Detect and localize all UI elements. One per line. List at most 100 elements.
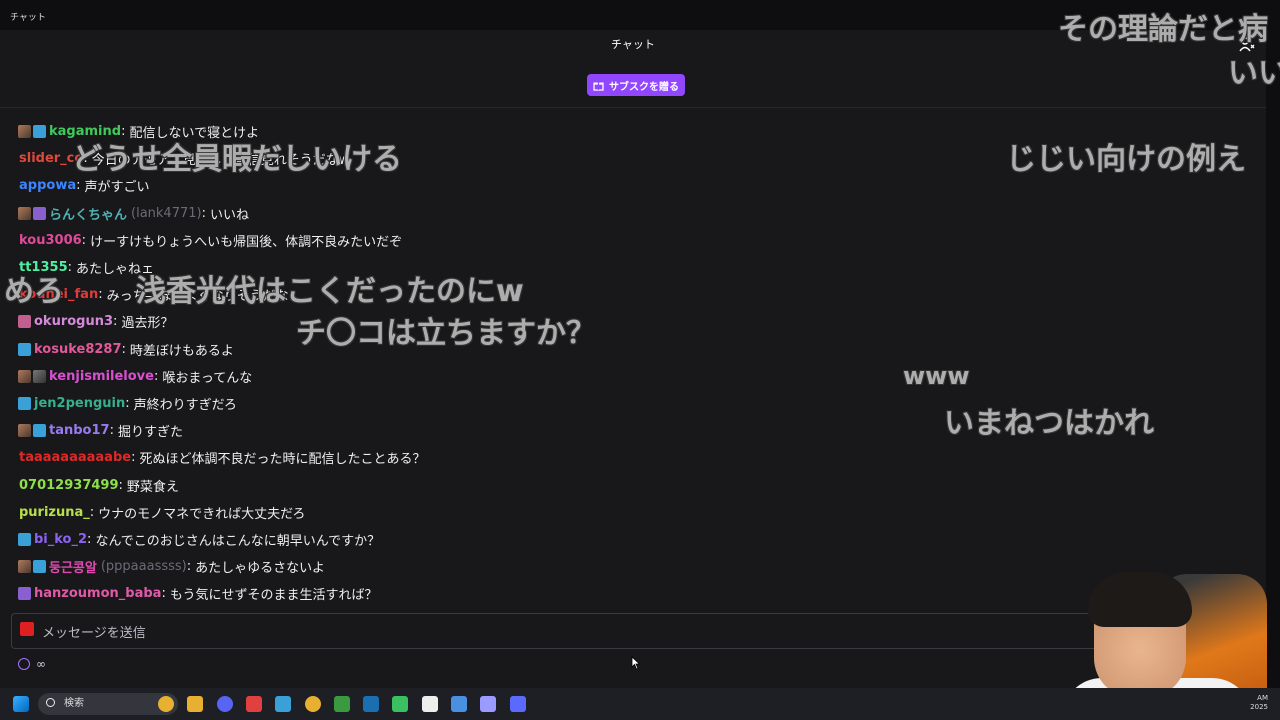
- chat-header: チャット: [611, 38, 655, 51]
- screen-icon[interactable]: [509, 696, 526, 712]
- chat-separator: :: [109, 423, 114, 439]
- chat-message-text: 配信しないで寝とけよ: [129, 126, 260, 142]
- chat-username[interactable]: bi_ko_2: [34, 532, 87, 547]
- chat-username[interactable]: 둥근콩알: [49, 557, 97, 576]
- user-badge-icon[interactable]: [18, 587, 31, 601]
- chat-message-text: なんでこのおじさんはこんなに朝早いんですか？: [95, 533, 381, 549]
- subscriber-badge-icon[interactable]: [18, 342, 31, 356]
- streamer-hair: [1088, 572, 1192, 627]
- user-badge-icon[interactable]: [33, 206, 46, 220]
- chat-username[interactable]: okurogun3: [34, 314, 113, 329]
- chat-message: らんくちゃん (lank4771): いいね: [18, 200, 1018, 227]
- chat-username[interactable]: kosuke8287: [34, 342, 122, 357]
- chat-username[interactable]: jen2penguin: [34, 396, 125, 411]
- chat-separator: :: [121, 124, 126, 140]
- chat-message-text: 掘りすぎた: [117, 425, 183, 441]
- chat-message: kenjismilelove: 喉おまってんな: [18, 363, 1018, 390]
- chat-separator: :: [118, 477, 123, 493]
- subscriber-badge-icon[interactable]: [33, 560, 46, 574]
- chat-message: kagamind: 配信しないで寝とけよ: [18, 118, 1018, 145]
- chat-username[interactable]: kou3006: [19, 233, 82, 248]
- chat-message-text: あたしゃねェ: [76, 262, 155, 278]
- chat-separator: :: [113, 314, 118, 330]
- chat-username[interactable]: appowa: [19, 178, 76, 193]
- users-icon[interactable]: [1238, 36, 1256, 54]
- chat-username[interactable]: らんくちゃん: [49, 204, 127, 223]
- user-badge-icon[interactable]: [33, 369, 46, 383]
- drive-icon[interactable]: [451, 696, 467, 712]
- clock-date: 2025: [1250, 703, 1268, 711]
- user-badge-icon[interactable]: [18, 315, 31, 329]
- obs-icon[interactable]: [245, 696, 262, 712]
- system-tray[interactable]: AM 2025: [1250, 694, 1268, 712]
- user-badge-icon[interactable]: [18, 206, 31, 220]
- chat-separator: :: [186, 559, 192, 575]
- windows-start-icon[interactable]: [13, 696, 29, 712]
- chat-message: slider_co: 今日のアモアス見逃した配信見れそうだなw: [18, 145, 1018, 172]
- notepad-icon[interactable]: [275, 696, 292, 712]
- chat-message-text: 野菜食え: [126, 479, 179, 495]
- user-badge-icon[interactable]: [18, 424, 31, 438]
- chat-username[interactable]: kenjismilelove: [49, 369, 154, 384]
- mouse-cursor-icon: [631, 656, 641, 670]
- chat-message-text: 今日のアモアス見逃した配信見れそうだなw: [91, 153, 350, 169]
- chat-username[interactable]: kouhei_fan: [19, 287, 98, 302]
- taskbar-search-label: 検索: [64, 698, 84, 709]
- user-badge-icon[interactable]: [18, 560, 31, 574]
- chat-separator: :: [125, 395, 130, 411]
- gift-icon: [593, 81, 604, 91]
- folder-icon[interactable]: [187, 696, 204, 712]
- chat-user-login: (pppaaassss): [100, 559, 187, 575]
- minecraft-icon[interactable]: [333, 696, 350, 712]
- chat-separator: :: [67, 260, 73, 276]
- channel-points-icon: [18, 658, 30, 670]
- chrome-icon[interactable]: [304, 696, 321, 712]
- chrome-icon[interactable]: [158, 696, 174, 712]
- subscriber-badge-icon[interactable]: [18, 532, 31, 546]
- clock-time: AM: [1257, 694, 1268, 702]
- chat-message: bi_ko_2: なんでこのおじさんはこんなに朝早いんですか？: [18, 526, 1018, 553]
- chat-message: jen2penguin: 声終わりすぎだろ: [18, 390, 1018, 417]
- chat-message: purizuna_: ウナのモノマネできれば大丈夫だろ: [18, 499, 1018, 526]
- chat-message-text: 声終わりすぎだろ: [133, 397, 237, 413]
- chat-message: 07012937499: 野菜食え: [18, 471, 1018, 498]
- chat-message: 둥근콩알 (pppaaassss): あたしゃゆるさないよ: [18, 553, 1018, 580]
- channel-points[interactable]: ∞: [18, 657, 46, 671]
- chat-message-text: あたしゃゆるさないよ: [195, 561, 325, 577]
- subscriber-badge-icon[interactable]: [33, 125, 46, 139]
- chat-username[interactable]: kagamind: [49, 124, 121, 139]
- voice-icon[interactable]: [480, 696, 497, 712]
- chat-input-placeholder: メッセージを送信: [42, 626, 146, 641]
- chat-message-list: kagamind: 配信しないで寝とけよ slider_co: 今日のアモアス見逃した…: [18, 118, 1018, 607]
- chat-username[interactable]: hanzoumon_baba: [34, 586, 161, 601]
- chat-username[interactable]: taaaaaaaaaabe: [19, 450, 131, 465]
- gift-sub-button[interactable]: サブスクを贈る: [587, 74, 685, 96]
- discord-icon[interactable]: [216, 696, 233, 712]
- window-title: チャット: [10, 13, 46, 23]
- chat-message: okurogun3: 過去形？: [18, 308, 1018, 335]
- chat-message-text: みっち―ぼんよくなりそうだな: [106, 289, 289, 305]
- chat-separator: :: [121, 341, 126, 357]
- taskbar-search[interactable]: 検索: [38, 693, 178, 715]
- camera-icon[interactable]: [20, 622, 34, 636]
- user-badge-icon[interactable]: [18, 125, 31, 139]
- header-divider: [0, 107, 1266, 108]
- chat-username[interactable]: slider_co: [19, 151, 83, 166]
- play-icon[interactable]: [392, 696, 409, 712]
- chat-message: taaaaaaaaaabe: 死ぬほど体調不良だった時に配信したことある？: [18, 444, 1018, 471]
- chat-username[interactable]: tt1355: [19, 260, 68, 275]
- chat-separator: :: [87, 531, 92, 547]
- chat-username[interactable]: tanbo17: [49, 423, 110, 438]
- chat-separator: :: [161, 586, 166, 602]
- steam-icon[interactable]: [363, 696, 380, 712]
- subscriber-badge-icon[interactable]: [33, 424, 46, 438]
- chat-message: tt1355: あたしゃねェ: [18, 254, 1018, 281]
- x-icon[interactable]: [421, 696, 438, 712]
- user-badge-icon[interactable]: [18, 369, 31, 383]
- chat-message-text: もう気にせずそのまま生活すれば？: [169, 588, 378, 604]
- chat-separator: :: [153, 368, 159, 384]
- chat-username[interactable]: purizuna_: [19, 505, 90, 520]
- chat-user-login: (lank4771): [131, 205, 202, 221]
- chat-username[interactable]: 07012937499: [19, 478, 119, 493]
- subscriber-badge-icon[interactable]: [18, 396, 31, 410]
